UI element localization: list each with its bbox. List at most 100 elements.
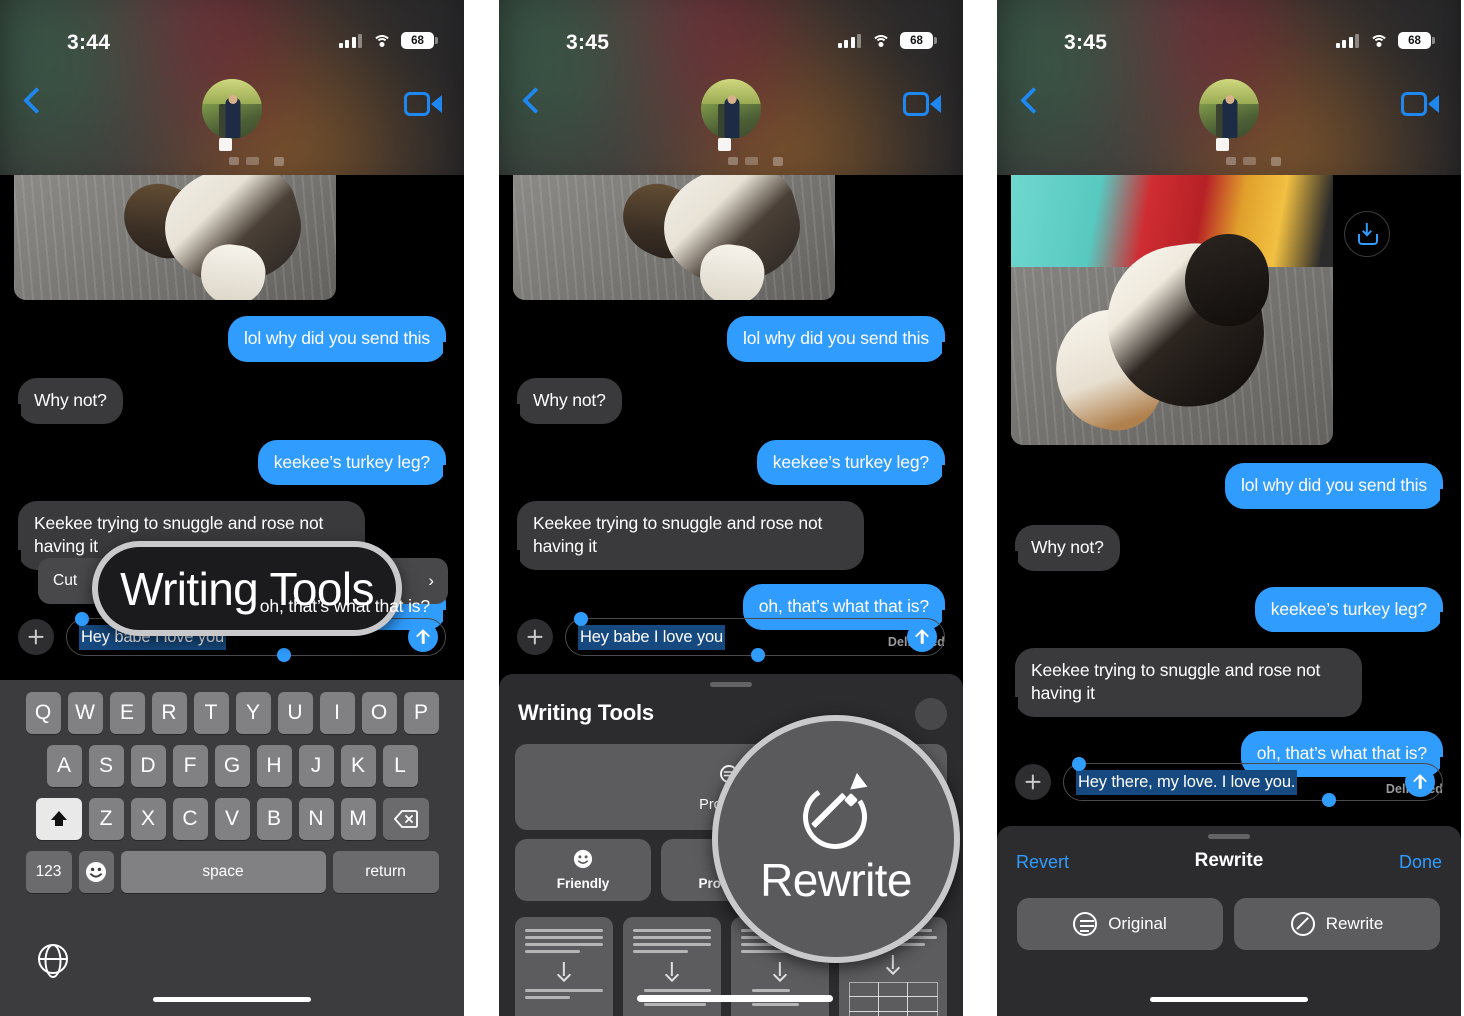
selection-handle-end[interactable]	[277, 648, 291, 662]
message-bubble[interactable]: lol why did you send this	[727, 316, 952, 362]
key-x[interactable]: X	[130, 798, 166, 840]
key-y[interactable]: Y	[235, 692, 271, 734]
key-s[interactable]: S	[88, 745, 124, 787]
send-button[interactable]	[1405, 767, 1435, 797]
battery-icon: 68	[401, 32, 438, 49]
key-e[interactable]: E	[109, 692, 145, 734]
key-i[interactable]: I	[319, 692, 355, 734]
attachments-plus-button[interactable]	[1015, 764, 1051, 800]
avatar[interactable]	[1199, 79, 1259, 139]
attachments-plus-button[interactable]	[18, 619, 54, 655]
status-bar: 3:45 68	[499, 0, 963, 64]
key-v[interactable]: V	[214, 798, 250, 840]
avatar[interactable]	[202, 79, 262, 139]
key-u[interactable]: U	[277, 692, 313, 734]
message-bubble[interactable]: Keekee trying to snuggle and rose not ha…	[510, 501, 864, 570]
facetime-button[interactable]	[1401, 92, 1439, 116]
key-j[interactable]: J	[298, 745, 334, 787]
key-h[interactable]: H	[256, 745, 292, 787]
key-k[interactable]: K	[340, 745, 376, 787]
message-bubble[interactable]: Why not?	[510, 377, 622, 424]
revert-button[interactable]: Revert	[1016, 852, 1069, 873]
horizontal-scrollbar[interactable]	[637, 995, 833, 1002]
battery-level: 68	[1408, 34, 1421, 47]
status-bar: 3:45 68	[997, 0, 1461, 64]
back-button[interactable]	[519, 86, 545, 118]
key-a[interactable]: A	[46, 745, 82, 787]
send-button[interactable]	[907, 622, 937, 652]
key-p[interactable]: P	[403, 692, 439, 734]
message-input-field[interactable]: Hey there, my love. I love you.	[1063, 757, 1443, 807]
message-photo[interactable]	[513, 175, 835, 300]
avatar[interactable]	[701, 79, 761, 139]
message-bubble[interactable]: Keekee trying to snuggle and rose not ha…	[1008, 648, 1362, 717]
bubble-text: keekee’s turkey leg?	[772, 451, 929, 472]
sheet-grabber[interactable]	[710, 682, 752, 687]
message-bubble[interactable]: keekee’s turkey leg?	[257, 439, 454, 486]
callout-rewrite: Rewrite	[712, 715, 960, 963]
message-bubble[interactable]: keekee’s turkey leg?	[1254, 586, 1451, 633]
selection-handle-end[interactable]	[1322, 793, 1336, 807]
facetime-button[interactable]	[903, 92, 941, 116]
back-button[interactable]	[1017, 86, 1043, 118]
menu-item-cut[interactable]: Cut	[38, 558, 92, 604]
key-r[interactable]: R	[151, 692, 187, 734]
key-o[interactable]: O	[361, 692, 397, 734]
status-indicators: 68	[338, 32, 438, 49]
message-photo[interactable]	[1011, 175, 1333, 445]
key-t[interactable]: T	[193, 692, 229, 734]
message-photo[interactable]	[14, 175, 336, 300]
message-input-text: Hey babe I love you	[580, 626, 723, 648]
send-button[interactable]	[408, 622, 438, 652]
done-button[interactable]: Done	[1399, 852, 1442, 873]
return-key[interactable]: return	[332, 851, 439, 893]
numeric-key[interactable]: 123	[25, 851, 72, 893]
message-bubble[interactable]: lol why did you send this	[228, 316, 453, 362]
tile-summary[interactable]	[515, 917, 613, 1016]
key-g[interactable]: G	[214, 745, 250, 787]
rewrite-action-bar[interactable]: Revert Rewrite Done Original Rewrite	[997, 826, 1461, 1016]
facetime-button[interactable]	[404, 92, 442, 116]
message-input-field[interactable]: Hey babe I love you	[565, 612, 945, 662]
shift-key[interactable]	[35, 798, 82, 840]
attachments-plus-button[interactable]	[517, 619, 553, 655]
key-n[interactable]: N	[298, 798, 334, 840]
key-f[interactable]: F	[172, 745, 208, 787]
selection-handle-start[interactable]	[75, 612, 89, 626]
message-bubble[interactable]: Why not?	[1008, 524, 1120, 571]
key-b[interactable]: B	[256, 798, 292, 840]
selection-handle-start[interactable]	[1072, 757, 1086, 771]
message-bubble[interactable]: lol why did you send this	[1225, 463, 1450, 509]
tile-friendly[interactable]: Friendly	[515, 839, 651, 901]
rewrite-button[interactable]: Rewrite	[1234, 898, 1440, 950]
cellular-signal-icon	[1335, 33, 1359, 48]
key-m[interactable]: M	[340, 798, 376, 840]
avatar-head	[1225, 94, 1235, 104]
emoji-key[interactable]	[78, 851, 114, 893]
on-screen-keyboard[interactable]: Q W E R T Y U I O P A S D F G H J K L Z	[0, 680, 464, 1016]
callout-label: Rewrite	[760, 854, 912, 906]
space-key[interactable]: space	[120, 851, 326, 893]
photo-cat-head	[1184, 234, 1269, 327]
back-button[interactable]	[20, 86, 46, 118]
key-q[interactable]: Q	[25, 692, 61, 734]
facetime-lens	[1428, 95, 1439, 113]
save-to-photos-button[interactable]	[1344, 211, 1390, 257]
close-circle-icon[interactable]	[915, 698, 947, 730]
key-c[interactable]: C	[172, 798, 208, 840]
key-l[interactable]: L	[382, 745, 418, 787]
key-z[interactable]: Z	[88, 798, 124, 840]
bubble-text: lol why did you send this	[244, 328, 430, 348]
key-d[interactable]: D	[130, 745, 166, 787]
sheet-grabber[interactable]	[1208, 834, 1250, 839]
key-w[interactable]: W	[67, 692, 103, 734]
message-bubble[interactable]: keekee’s turkey leg?	[756, 439, 953, 486]
bubble-text: Why not?	[34, 389, 107, 410]
original-button[interactable]: Original	[1017, 898, 1223, 950]
message-bubble[interactable]: Why not?	[11, 377, 123, 424]
selection-handle-start[interactable]	[574, 612, 588, 626]
selection-handle-end[interactable]	[751, 648, 765, 662]
backspace-key[interactable]	[382, 798, 429, 840]
globe-language-icon[interactable]	[38, 944, 68, 974]
home-indicator	[153, 997, 311, 1002]
